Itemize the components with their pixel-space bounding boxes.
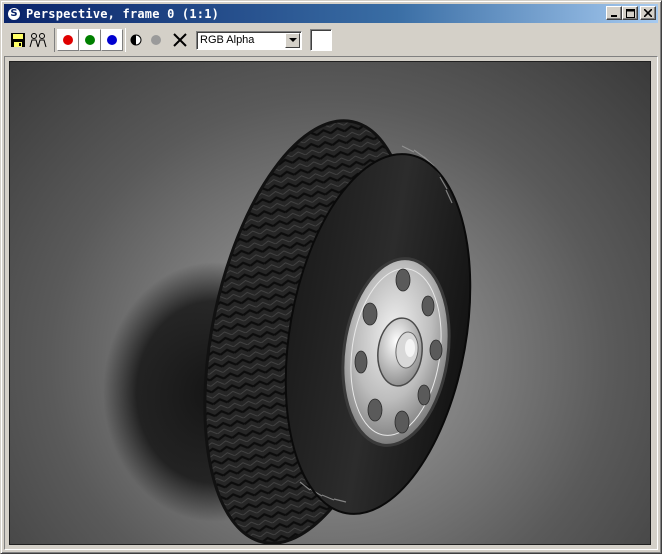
blue-channel-button[interactable] bbox=[101, 29, 123, 51]
render-viewport bbox=[9, 61, 651, 545]
green-channel-icon bbox=[85, 35, 95, 45]
close-icon bbox=[644, 9, 652, 17]
save-icon bbox=[11, 33, 25, 47]
dropdown-arrow-button[interactable] bbox=[285, 32, 300, 48]
green-channel-button[interactable] bbox=[79, 29, 101, 51]
channel-group bbox=[54, 28, 126, 52]
red-channel-icon bbox=[63, 35, 73, 45]
tire-render-image bbox=[103, 119, 472, 544]
alpha-dot-button[interactable] bbox=[146, 29, 166, 51]
clear-button[interactable] bbox=[170, 29, 190, 51]
window-controls bbox=[606, 6, 656, 20]
alpha-dot-icon bbox=[151, 35, 161, 45]
color-swatch[interactable] bbox=[310, 29, 332, 51]
save-button[interactable] bbox=[8, 29, 28, 51]
minimize-icon bbox=[611, 15, 617, 17]
app-icon[interactable]: S bbox=[6, 5, 22, 22]
maximize-button[interactable] bbox=[622, 6, 638, 20]
clear-icon bbox=[173, 33, 187, 47]
close-button[interactable] bbox=[640, 6, 656, 20]
monochrome-icon bbox=[130, 34, 142, 46]
blue-channel-icon bbox=[107, 35, 117, 45]
window-title: Perspective, frame 0 (1:1) bbox=[26, 6, 220, 21]
monochrome-button[interactable] bbox=[126, 29, 146, 51]
clone-icon bbox=[29, 33, 47, 48]
clone-button[interactable] bbox=[28, 29, 48, 51]
toolbar: RGB Alpha bbox=[4, 26, 658, 54]
maximize-icon bbox=[625, 8, 635, 18]
red-channel-button[interactable] bbox=[57, 29, 79, 51]
chevron-down-icon bbox=[288, 37, 297, 42]
channel-select-value: RGB Alpha bbox=[200, 34, 255, 46]
title-bar[interactable]: S Perspective, frame 0 (1:1) bbox=[4, 4, 658, 23]
channel-select[interactable]: RGB Alpha bbox=[196, 30, 302, 50]
minimize-button[interactable] bbox=[606, 6, 622, 20]
